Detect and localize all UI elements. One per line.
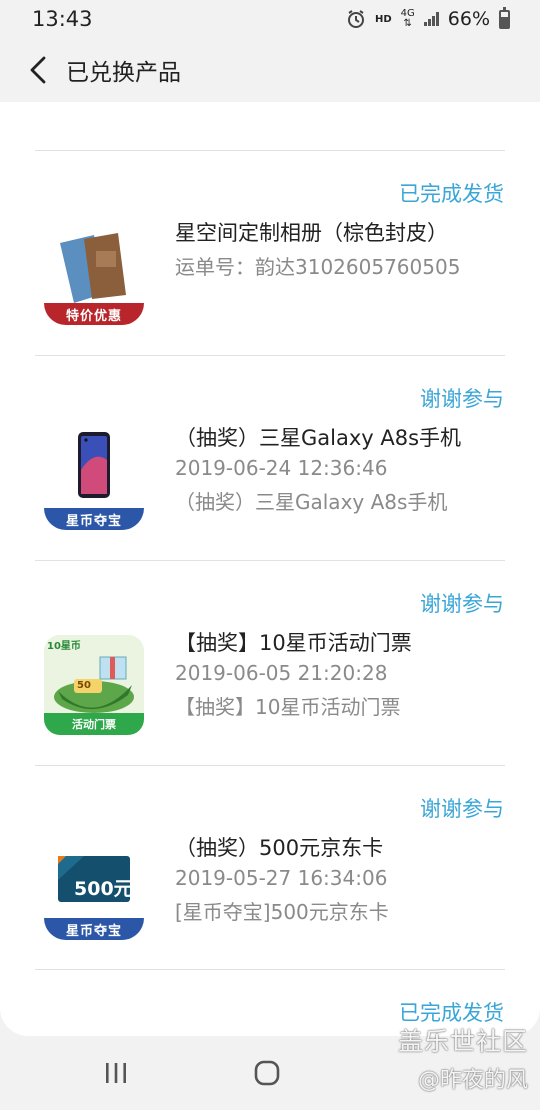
item-status: 谢谢参与: [420, 592, 504, 616]
item-subtitle: [星币夺宝]500元京东卡: [175, 900, 389, 924]
item-time: 2019-06-05 21:20:28: [175, 661, 388, 685]
page-title: 已兑换产品: [66, 60, 181, 86]
exchanged-products-list: 已完成发货 特价优惠 星空间定制相册（棕色封皮） 运单号：韵达310260576…: [0, 102, 540, 1036]
item-title: （抽奖）三星Galaxy A8s手机: [175, 426, 462, 450]
ticket-top-label: 10星币: [47, 641, 81, 652]
alarm-icon: [347, 10, 364, 28]
ticket-label: 活动门票: [72, 718, 116, 731]
watermark-community: 盖乐世社区: [397, 1027, 528, 1056]
battery-icon: [499, 6, 510, 29]
product-thumbnail: 特价优惠: [44, 225, 144, 325]
item-subtitle: （抽奖）三星Galaxy A8s手机: [175, 490, 448, 514]
list-item[interactable]: 谢谢参与 10星币 50 活动门票 【抽奖】10星币活动门票 2019-06-0…: [0, 561, 540, 765]
badge: 星币夺宝: [44, 508, 144, 530]
badge: 星币夺宝: [44, 918, 144, 940]
watermark-user: @昨夜的风: [417, 1068, 528, 1093]
item-title: 星空间定制相册（棕色封皮）: [175, 221, 448, 245]
product-thumbnail: 500元 星币夺宝: [44, 840, 144, 940]
list-item[interactable]: 已完成发货 特价优惠 星空间定制相册（棕色封皮） 运单号：韵达310260576…: [0, 151, 540, 355]
hd-label: HD: [374, 13, 392, 25]
chevron-left-icon: [30, 56, 46, 84]
list-item[interactable]: 谢谢参与 星币夺宝 （抽奖）三星Galaxy A8s手机 2019-06-24 …: [0, 356, 540, 560]
item-time: 2019-06-24 12:36:46: [175, 456, 388, 480]
status-bar: 13:43 HD 4G ⇅ 66%: [0, 0, 540, 38]
product-thumbnail: 10星币 50 活动门票: [44, 635, 144, 735]
recent-apps-icon[interactable]: [104, 1062, 128, 1084]
product-thumbnail: 星币夺宝: [44, 430, 144, 530]
item-title: （抽奖）500元京东卡: [175, 836, 384, 860]
status-time: 13:43: [32, 7, 93, 31]
promo-badge: 特价优惠: [44, 303, 144, 325]
item-tracking: 运单号：韵达3102605760505: [175, 255, 461, 279]
item-status: 谢谢参与: [420, 387, 504, 411]
item-time: 2019-05-27 16:34:06: [175, 866, 388, 890]
list-item[interactable]: 谢谢参与 500元 星币夺宝 （抽奖）500元京东卡 2019-05-27 16…: [0, 766, 540, 970]
network-type: 4G ⇅: [400, 8, 415, 29]
item-status: 谢谢参与: [420, 797, 504, 821]
back-button[interactable]: [16, 48, 60, 92]
status-icons: HD 4G ⇅ 66%: [346, 6, 510, 30]
item-title: 【抽奖】10星币活动门票: [175, 631, 412, 655]
app-header: 已兑换产品: [0, 38, 540, 102]
data-arrows-icon: ⇅: [403, 18, 412, 29]
item-subtitle: 【抽奖】10星币活动门票: [175, 695, 401, 719]
ticket-value: 50: [77, 680, 91, 691]
battery-percent: 66%: [447, 8, 490, 30]
home-icon[interactable]: [254, 1060, 280, 1086]
card-value: 500元: [74, 878, 133, 900]
item-status: 已完成发货: [399, 182, 504, 206]
signal-icon: [423, 12, 439, 26]
